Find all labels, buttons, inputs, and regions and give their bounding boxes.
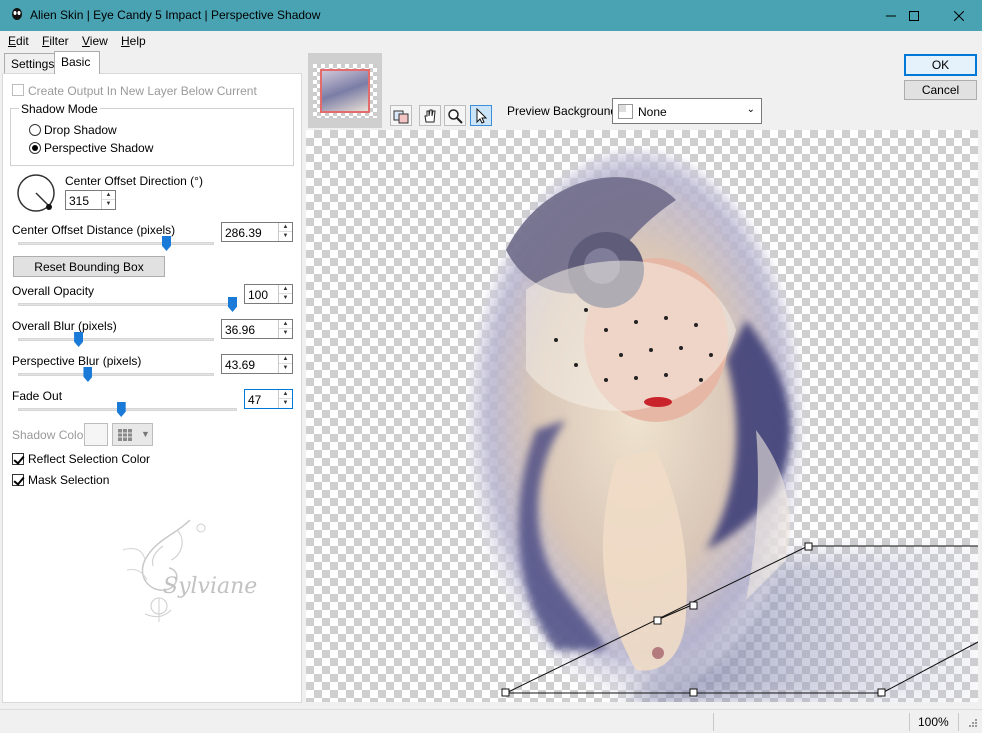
overall-opacity-spinner[interactable]: 100 ▲ ▼: [244, 284, 293, 304]
menu-view[interactable]: View: [82, 34, 108, 48]
direction-label: Center Offset Direction (°): [65, 174, 203, 188]
drop-shadow-label: Drop Shadow: [44, 123, 117, 137]
window-title: Alien Skin | Eye Candy 5 Impact | Perspe…: [30, 8, 321, 22]
spin-down-icon[interactable]: ▼: [102, 200, 115, 209]
fade-out-track[interactable]: [18, 408, 237, 411]
ok-button[interactable]: OK: [904, 54, 977, 76]
perspective-blur-track[interactable]: [18, 373, 214, 376]
preview-background-value: None: [638, 105, 667, 119]
tab-basic[interactable]: Basic: [54, 51, 100, 74]
hand-icon: [424, 109, 436, 122]
spin-up-icon[interactable]: ▲: [279, 355, 292, 364]
direction-value: 315: [69, 194, 90, 208]
menu-filter[interactable]: Filter: [42, 34, 69, 48]
pointer-icon: [476, 107, 488, 124]
overall-blur-value: 36.96: [225, 323, 256, 337]
menu-edit[interactable]: Edit: [8, 34, 29, 48]
spin-up-icon[interactable]: ▲: [102, 191, 115, 200]
perspective-shadow-radio[interactable]: [29, 142, 41, 154]
spin-down-icon[interactable]: ▼: [279, 294, 292, 303]
watermark-flourish: [122, 519, 206, 622]
fade-out-label: Fade Out: [12, 389, 63, 403]
spin-down-icon[interactable]: ▼: [279, 232, 292, 241]
watermark-text: Sylviane: [163, 574, 258, 599]
spin-up-icon[interactable]: ▲: [279, 320, 292, 329]
shadow-mode-group: [10, 108, 294, 166]
spin-down-icon[interactable]: ▼: [279, 364, 292, 373]
reflect-selection-label: Reflect Selection Color: [28, 452, 151, 466]
maximize-button[interactable]: [891, 0, 937, 31]
preview-toggle-button[interactable]: [390, 105, 412, 126]
mask-selection-checkbox[interactable]: [12, 474, 24, 486]
close-icon: [954, 10, 964, 21]
zoom-level: 100%: [918, 715, 949, 729]
preview-toggle-icon: [393, 110, 409, 123]
palette-grid-icon: [118, 429, 132, 441]
direction-spinner[interactable]: 315 ▲ ▼: [65, 190, 116, 210]
perspective-blur-label: Perspective Blur (pixels): [12, 354, 142, 368]
mask-selection-label: Mask Selection: [28, 473, 110, 487]
reflect-selection-checkbox[interactable]: [12, 453, 24, 465]
drop-shadow-radio[interactable]: [29, 124, 41, 136]
create-output-label: Create Output In New Layer Below Current: [28, 84, 257, 98]
menu-bar: Edit Filter View Help: [0, 31, 982, 51]
offset-distance-spinner[interactable]: 286.39 ▲ ▼: [221, 222, 293, 242]
chevron-down-icon: ⌄: [746, 104, 755, 115]
fade-out-spinner[interactable]: 47 ▲ ▼: [244, 389, 293, 409]
tab-settings[interactable]: Settings: [4, 53, 55, 74]
perspective-blur-spinner[interactable]: 43.69 ▲ ▼: [221, 354, 293, 374]
zoom-tool-button[interactable]: [444, 105, 466, 126]
offset-distance-label: Center Offset Distance (pixels): [12, 223, 176, 237]
zoom-icon: [448, 108, 463, 124]
preview-canvas[interactable]: [306, 130, 978, 702]
offset-distance-value: 286.39: [225, 226, 262, 240]
overall-opacity-value: 100: [248, 288, 269, 302]
navigator-thumbnail[interactable]: [320, 69, 370, 113]
close-button[interactable]: [936, 0, 982, 31]
spin-down-icon[interactable]: ▼: [279, 399, 292, 408]
overall-opacity-label: Overall Opacity: [12, 284, 95, 298]
color-palette-dropdown[interactable]: ▼: [112, 423, 153, 446]
direction-dial[interactable]: [16, 173, 58, 215]
spin-down-icon[interactable]: ▼: [279, 329, 292, 338]
title-bar: Alien Skin | Eye Candy 5 Impact | Perspe…: [0, 0, 982, 31]
pointer-tool-button[interactable]: [470, 105, 492, 126]
cancel-button[interactable]: Cancel: [904, 80, 977, 100]
preview-background-label: Preview Background:: [507, 104, 621, 118]
preview-background-select[interactable]: None ⌄: [612, 98, 762, 124]
background-swatch-icon: [618, 104, 633, 119]
overall-blur-track[interactable]: [18, 338, 214, 341]
shadow-mode-legend: Shadow Mode: [19, 102, 100, 116]
maximize-icon: [909, 10, 919, 21]
overall-blur-label: Overall Blur (pixels): [12, 319, 117, 333]
perspective-blur-value: 43.69: [225, 358, 256, 372]
spin-up-icon[interactable]: ▲: [279, 223, 292, 232]
perspective-shadow-label: Perspective Shadow: [44, 141, 154, 155]
shadow-color-swatch[interactable]: [84, 423, 108, 446]
shadow-color-label: Shadow Color: [12, 428, 88, 442]
chevron-down-icon: ▼: [141, 429, 150, 439]
overall-blur-spinner[interactable]: 36.96 ▲ ▼: [221, 319, 293, 339]
offset-distance-track[interactable]: [18, 242, 214, 245]
menu-help[interactable]: Help: [121, 34, 146, 48]
create-output-checkbox[interactable]: [12, 84, 24, 96]
hand-tool-button[interactable]: [419, 105, 441, 126]
fade-out-value: 47: [248, 393, 262, 407]
preview-image: [468, 150, 978, 702]
spin-up-icon[interactable]: ▲: [279, 285, 292, 294]
status-bar: 100%: [0, 709, 982, 733]
spin-up-icon[interactable]: ▲: [279, 390, 292, 399]
reset-bounding-box-button[interactable]: Reset Bounding Box: [13, 256, 165, 277]
resize-grip-icon[interactable]: [966, 718, 978, 730]
overall-opacity-track[interactable]: [18, 303, 237, 306]
alien-skin-app-icon: [12, 8, 22, 20]
